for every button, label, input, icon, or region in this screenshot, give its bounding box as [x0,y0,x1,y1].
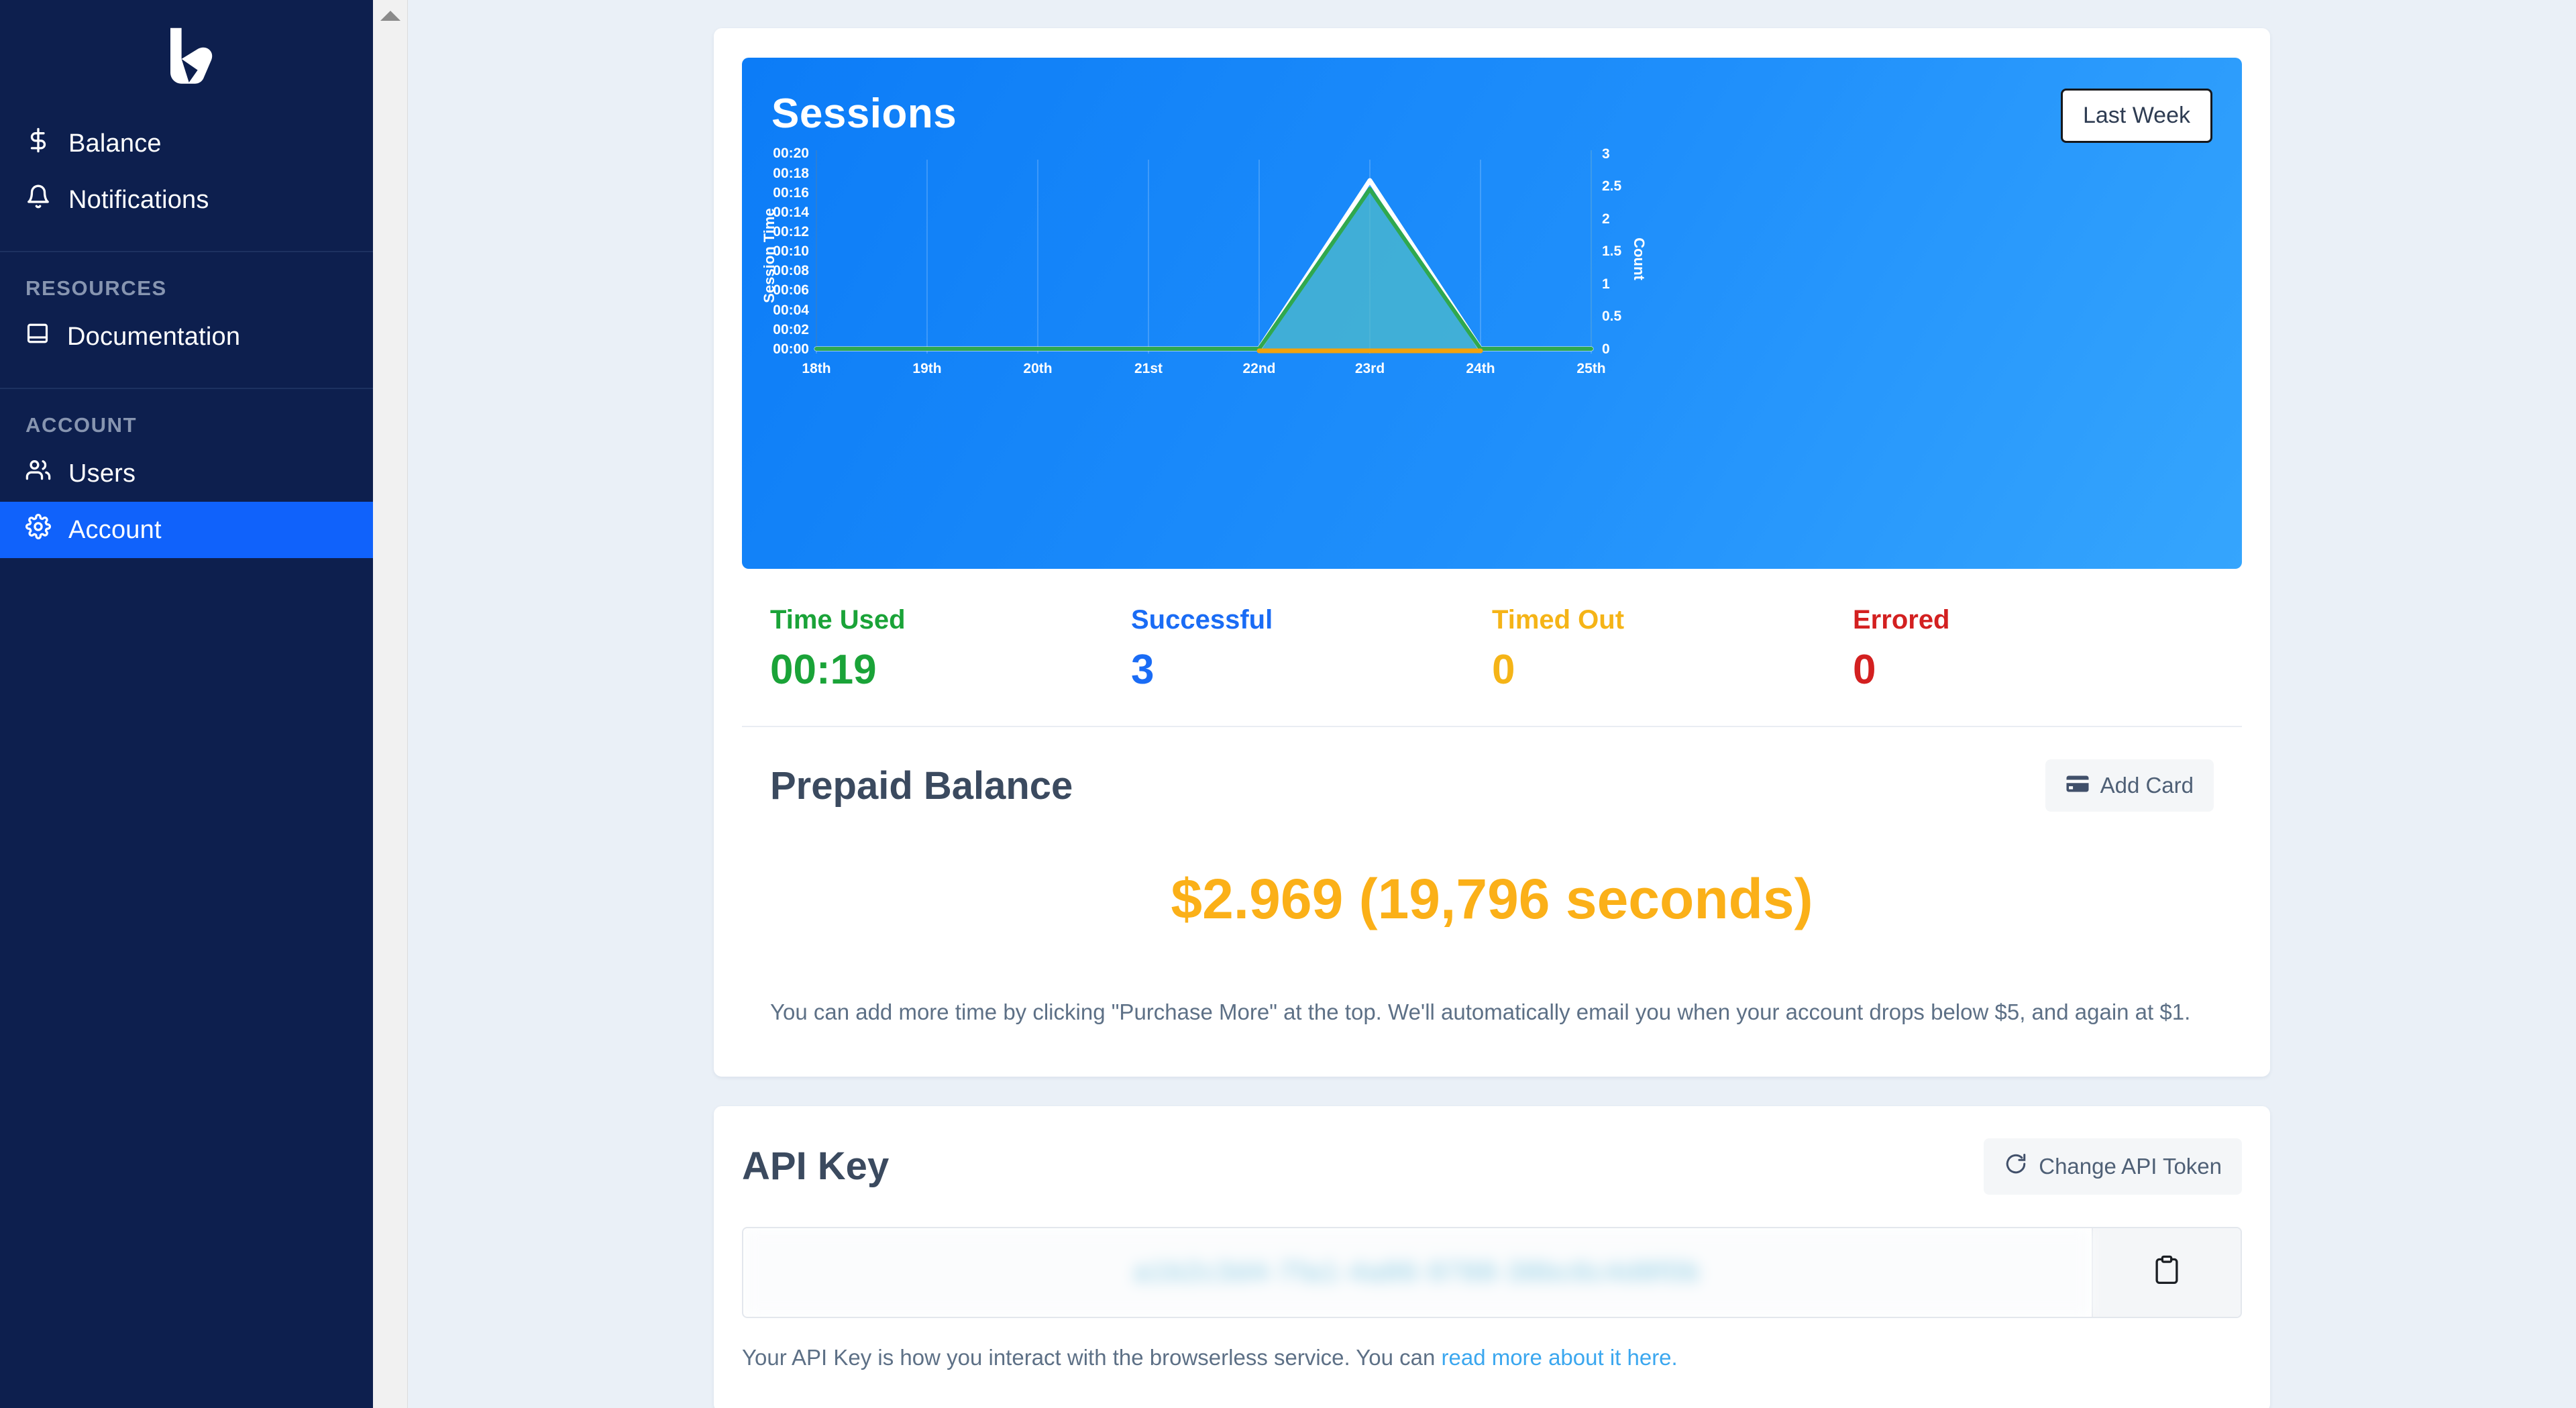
chart-line-session-time [816,189,1591,349]
nav-group-primary: Balance Notifications [0,115,373,252]
svg-text:2: 2 [1602,211,1610,227]
stat-value: 00:19 [770,646,1131,694]
svg-text:20th: 20th [1023,361,1052,376]
sidebar-item-label: Notifications [68,186,209,215]
page-scrollbar[interactable] [373,0,408,1408]
chart-x-ticks: 18th 19th 20th 21st 22nd 23rd 24th 25th [802,361,1605,376]
sidebar-section-resources: RESOURCES [0,252,373,309]
svg-text:3: 3 [1602,146,1610,162]
stat-value: 3 [1131,646,1492,694]
api-key-note: Your API Key is how you interact with th… [714,1318,2270,1370]
stat-successful: Successful 3 [1131,605,1492,694]
chart-gridlines [816,160,1591,354]
svg-text:21st: 21st [1134,361,1163,376]
stat-value: 0 [1492,646,1853,694]
api-key-header: API Key Change API Token [714,1106,2270,1195]
svg-text:2.5: 2.5 [1602,178,1622,194]
chart-y-left-ticks: 00:00 00:02 00:04 00:06 00:08 00:10 00:1… [773,146,809,357]
api-key-title: API Key [742,1144,889,1189]
api-key-value[interactable]: a1b2c3d4-7fa1-4a86-9788-38bc6c4d8f0b [743,1228,2092,1317]
browserless-logo [158,25,215,90]
svg-text:00:00: 00:00 [773,341,809,357]
stat-label: Timed Out [1492,605,1853,635]
stat-value: 0 [1853,646,2214,694]
chart-y-right-ticks: 0 0.5 1 1.5 2 2.5 3 [1602,146,1622,357]
svg-text:00:16: 00:16 [773,185,809,201]
stat-label: Successful [1131,605,1492,635]
chart-y-left-axis-title: Session Time [761,208,777,303]
prepaid-balance-title: Prepaid Balance [770,763,1073,808]
stat-label: Errored [1853,605,2214,635]
svg-text:0.5: 0.5 [1602,309,1622,324]
sidebar-item-users[interactable]: Users [0,445,373,502]
chart-line-count [816,180,1591,349]
svg-text:00:18: 00:18 [773,166,809,181]
sidebar-item-label: Documentation [67,323,240,351]
add-card-label: Add Card [2100,773,2194,798]
sessions-card: Sessions Last Week [714,28,2270,1077]
dollar-icon [25,127,51,160]
copy-api-key-button[interactable] [2092,1228,2241,1317]
svg-text:1: 1 [1602,276,1610,292]
svg-text:00:06: 00:06 [773,282,809,298]
app-root: Balance Notifications RESOURCES [0,0,2576,1408]
stat-errored: Errored 0 [1853,605,2214,694]
svg-text:00:02: 00:02 [773,322,809,337]
chart-y-right-axis-title: Count [1631,237,1648,280]
sidebar-item-documentation[interactable]: Documentation [0,309,373,365]
nav-group-resources: RESOURCES Documentation [0,252,373,389]
refresh-icon [2004,1152,2028,1181]
svg-text:19th: 19th [912,361,941,376]
svg-text:24th: 24th [1466,361,1495,376]
svg-text:00:20: 00:20 [773,146,809,161]
prepaid-balance-note: You can add more time by clicking "Purch… [742,996,2242,1077]
stat-label: Time Used [770,605,1131,635]
stats-row: Time Used 00:19 Successful 3 Timed Out 0… [742,569,2242,727]
sidebar-item-label: Account [68,516,162,545]
chart-area-session-time [816,189,1591,349]
svg-text:23rd: 23rd [1355,361,1385,376]
sidebar-item-account[interactable]: Account [0,502,373,558]
svg-text:00:12: 00:12 [773,224,809,239]
gear-icon [25,514,51,546]
api-key-docs-link[interactable]: read more about it here. [1442,1345,1678,1370]
sidebar-item-label: Balance [68,129,162,158]
sessions-chart-svg: 00:00 00:02 00:04 00:06 00:08 00:10 00:1… [742,58,2242,569]
prepaid-balance-amount: $2.969 (19,796 seconds) [742,812,2242,996]
sidebar-item-label: Users [68,459,136,488]
stat-time-used: Time Used 00:19 [770,605,1131,694]
change-api-token-button[interactable]: Change API Token [1984,1138,2242,1195]
chevron-up-icon[interactable] [380,11,400,21]
add-card-button[interactable]: Add Card [2045,759,2214,812]
users-icon [25,457,51,490]
prepaid-balance-header: Prepaid Balance Add Card [742,727,2242,812]
sidebar-item-notifications[interactable]: Notifications [0,172,373,228]
api-key-note-text: Your API Key is how you interact with th… [742,1345,1442,1370]
api-key-row: a1b2c3d4-7fa1-4a86-9788-38bc6c4d8f0b [742,1227,2242,1318]
bell-icon [25,184,51,216]
svg-text:00:08: 00:08 [773,263,809,278]
svg-text:00:10: 00:10 [773,243,809,259]
svg-text:00:04: 00:04 [773,303,809,318]
book-icon [25,321,50,352]
logo-container[interactable] [0,0,373,115]
stat-timed-out: Timed Out 0 [1492,605,1853,694]
credit-card-icon [2065,773,2090,798]
sessions-chart-panel: Sessions Last Week [742,58,2242,569]
svg-text:00:14: 00:14 [773,205,809,220]
sidebar-section-account: ACCOUNT [0,389,373,445]
sidebar: Balance Notifications RESOURCES [0,0,373,1408]
svg-text:22nd: 22nd [1242,361,1275,376]
change-api-token-label: Change API Token [2039,1154,2222,1179]
svg-text:1.5: 1.5 [1602,243,1622,259]
svg-text:18th: 18th [802,361,830,376]
api-key-card: API Key Change API Token a1b2c3d4-7fa1-4… [714,1106,2270,1408]
sidebar-item-balance[interactable]: Balance [0,115,373,172]
clipboard-icon [2153,1255,2181,1289]
nav-group-account: ACCOUNT Users [0,389,373,567]
svg-text:25th: 25th [1576,361,1605,376]
main-content: Sessions Last Week [408,0,2576,1408]
svg-text:0: 0 [1602,341,1610,357]
